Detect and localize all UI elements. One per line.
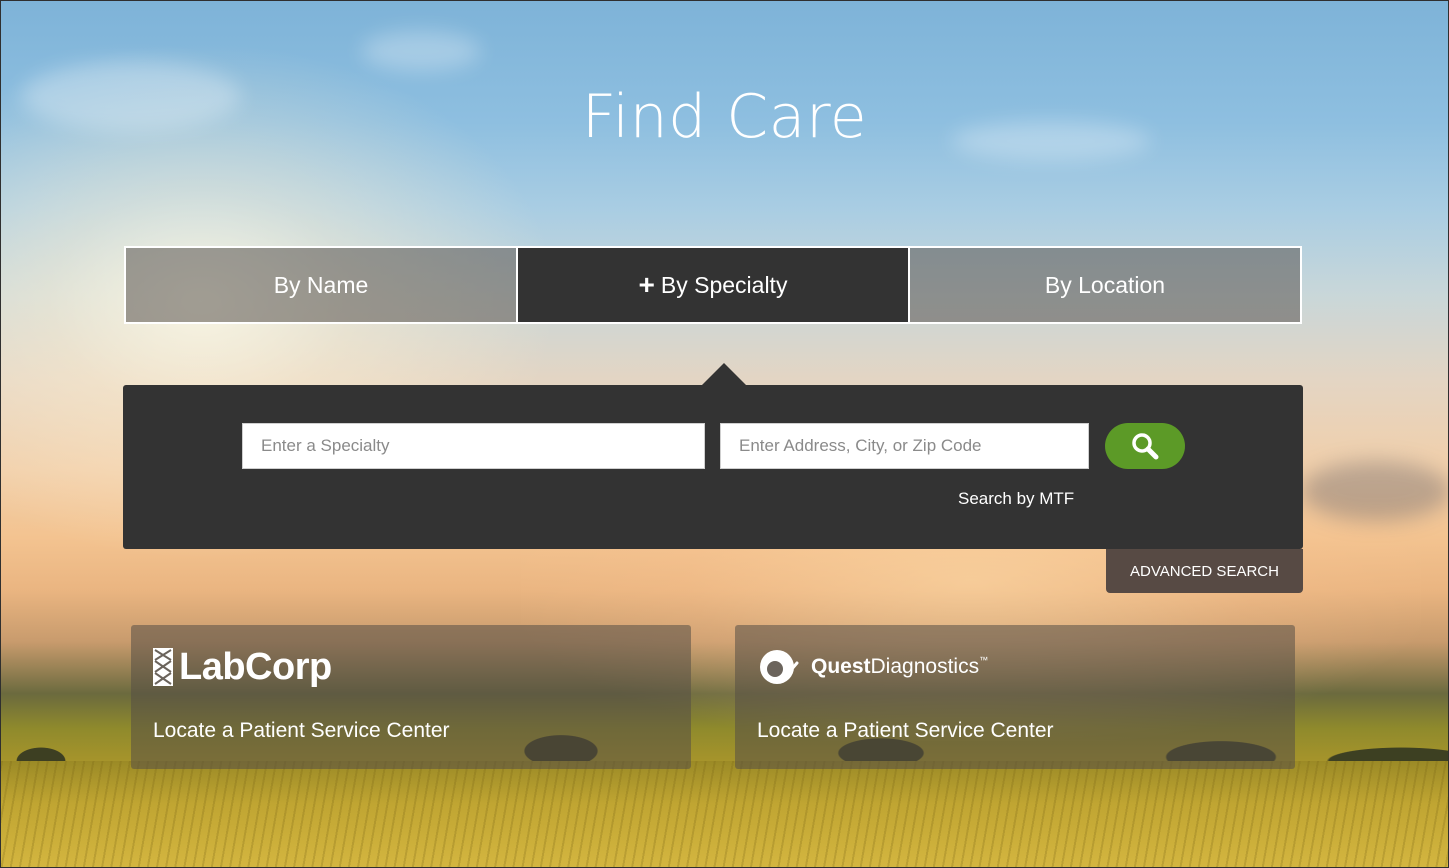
tab-label: By Specialty xyxy=(660,271,788,298)
quest-logo: QuestDiagnostics™ xyxy=(757,645,988,689)
trademark-symbol: ™ xyxy=(979,655,989,665)
tab-by-specialty[interactable]: + By Specialty xyxy=(516,248,908,322)
tab-by-name[interactable]: By Name xyxy=(126,248,516,322)
quest-card[interactable]: QuestDiagnostics™ Locate a Patient Servi… xyxy=(735,625,1295,769)
advanced-search-button[interactable]: ADVANCED SEARCH xyxy=(1106,549,1303,593)
search-tabs: By Name + By Specialty By Location xyxy=(124,246,1302,324)
address-input[interactable] xyxy=(720,423,1089,469)
quest-wordmark-bold: Quest xyxy=(811,655,871,678)
wheat-field xyxy=(1,761,1448,867)
labcorp-mark-icon xyxy=(153,648,173,686)
quest-wordmark: QuestDiagnostics™ xyxy=(811,655,988,679)
tab-label: By Name xyxy=(273,271,369,298)
search-button[interactable] xyxy=(1105,423,1185,469)
quest-mark-icon xyxy=(760,650,799,684)
labcorp-locate-link[interactable]: Locate a Patient Service Center xyxy=(153,719,450,743)
cloud xyxy=(1301,461,1448,521)
quest-wordmark-light: Diagnostics xyxy=(870,655,980,678)
cloud xyxy=(361,31,481,71)
labcorp-card[interactable]: LabCorp Locate a Patient Service Center xyxy=(131,625,691,769)
labcorp-wordmark: LabCorp xyxy=(179,645,332,688)
tab-label: By Location xyxy=(1044,271,1166,298)
page-title: Find Care xyxy=(581,82,868,152)
search-by-mtf-link[interactable]: Search by MTF xyxy=(958,489,1074,509)
specialty-input[interactable] xyxy=(242,423,705,469)
plus-icon: + xyxy=(638,269,655,300)
labcorp-logo: LabCorp xyxy=(153,645,332,689)
active-tab-pointer xyxy=(702,363,746,385)
search-icon xyxy=(1132,433,1159,460)
tab-by-location[interactable]: By Location xyxy=(908,248,1300,322)
quest-locate-link[interactable]: Locate a Patient Service Center xyxy=(757,719,1054,743)
